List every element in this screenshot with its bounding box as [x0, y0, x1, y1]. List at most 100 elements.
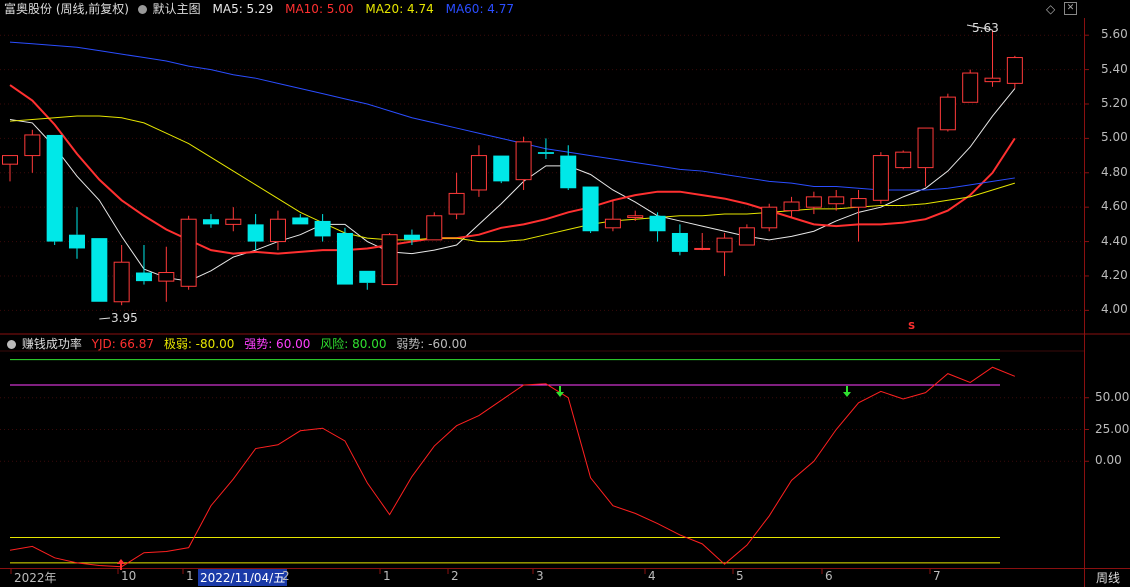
candle — [850, 189, 867, 242]
candle-body — [448, 192, 465, 215]
candle-body — [850, 198, 867, 208]
price-tick-label: 5.40 — [1101, 61, 1128, 76]
candle-body — [828, 196, 845, 205]
candle-body — [403, 234, 420, 240]
candle — [939, 93, 956, 132]
candle — [984, 30, 1001, 87]
candle — [180, 215, 197, 290]
candle — [716, 232, 733, 276]
price-tick-label: 5.00 — [1101, 130, 1128, 145]
x-tick-label: 10 — [121, 569, 137, 583]
price-tick-label: 4.40 — [1101, 233, 1128, 248]
sell-arrow-icon — [843, 386, 851, 397]
candle-body — [2, 155, 18, 165]
candle — [828, 189, 845, 211]
candle — [537, 138, 554, 160]
x-tick-label: 1 — [383, 569, 391, 583]
candle-body — [805, 196, 822, 208]
candle — [426, 212, 443, 241]
ma-line-ma10 — [9, 84, 1016, 255]
candle — [292, 214, 309, 225]
candle — [872, 152, 889, 204]
candle — [247, 214, 264, 251]
candle-body — [225, 218, 242, 225]
cursor-date-label: 2022/11/04/五 — [198, 569, 288, 586]
candle-body — [716, 237, 733, 253]
x-tick-label: 7 — [933, 569, 941, 583]
candle — [91, 238, 108, 302]
candle-body — [202, 219, 219, 225]
candle-body — [895, 151, 912, 169]
candle — [470, 145, 487, 197]
indicator-tick-label: 0.00 — [1095, 453, 1122, 468]
candle — [671, 224, 688, 256]
candle-body — [537, 152, 554, 154]
candle — [962, 69, 979, 103]
candle-body — [247, 224, 264, 242]
candle-body — [627, 215, 644, 218]
candle-body — [604, 218, 621, 229]
indicator-tick-label: 25.00 — [1095, 421, 1130, 436]
candle — [917, 127, 934, 187]
candle-body — [582, 186, 599, 232]
candle-body — [515, 141, 532, 181]
sell-signal-mark: S — [908, 321, 916, 332]
price-tick-label: 4.00 — [1101, 302, 1128, 317]
candle-body — [1006, 57, 1023, 84]
candle — [359, 270, 376, 290]
candle — [269, 210, 286, 251]
candle — [225, 207, 242, 232]
candle-body — [649, 215, 666, 232]
candle-body — [336, 232, 353, 285]
x-tick-label: 1 — [186, 569, 194, 583]
candle-body — [761, 206, 778, 229]
x-tick-label: 6 — [825, 569, 833, 583]
candle-body — [470, 155, 487, 191]
x-tick-label: 5 — [736, 569, 744, 583]
price-tick-label: 5.20 — [1101, 95, 1128, 110]
price-tick-label: 4.80 — [1101, 164, 1128, 179]
candle-body — [671, 232, 688, 252]
candle — [68, 207, 85, 259]
candle-body — [694, 247, 711, 250]
low-marker-line — [99, 317, 111, 320]
candle-body — [984, 77, 1001, 83]
candle — [761, 203, 778, 232]
indicator-tick-label: 50.00 — [1095, 389, 1130, 404]
candle-body — [91, 238, 108, 302]
x-tick-label: 2022年 — [14, 571, 57, 585]
candle-body — [292, 217, 309, 225]
period-button[interactable]: 周线 — [1086, 569, 1130, 587]
candle-body — [783, 201, 800, 212]
price-tick-label: 4.60 — [1101, 199, 1128, 214]
candle — [158, 246, 175, 302]
candle-body — [381, 234, 398, 286]
candle — [46, 134, 63, 246]
candle — [515, 136, 532, 190]
price-tick-label: 4.20 — [1101, 267, 1128, 282]
price-tick-label: 5.60 — [1101, 27, 1128, 42]
candle — [649, 212, 666, 242]
ma-line-ma5 — [9, 88, 1016, 282]
ma-line-ma60 — [9, 41, 1015, 191]
candle-body — [560, 155, 577, 189]
candle — [895, 150, 912, 170]
x-tick-label: 2 — [282, 569, 290, 583]
candle — [738, 224, 755, 246]
low-price-marker: 3.95 — [111, 311, 138, 325]
candle — [336, 227, 353, 285]
candle-body — [917, 127, 934, 169]
candle-body — [939, 96, 956, 131]
candle — [381, 232, 398, 286]
candle — [783, 196, 800, 218]
candle — [582, 186, 599, 233]
candle-body — [359, 270, 376, 283]
sell-arrow-icon — [556, 386, 564, 397]
candle — [24, 129, 41, 173]
candle — [314, 214, 331, 242]
candle-body — [180, 218, 197, 287]
candle — [2, 155, 18, 182]
chart-canvas[interactable] — [0, 0, 1130, 587]
candle — [135, 245, 152, 285]
candle — [448, 172, 465, 220]
